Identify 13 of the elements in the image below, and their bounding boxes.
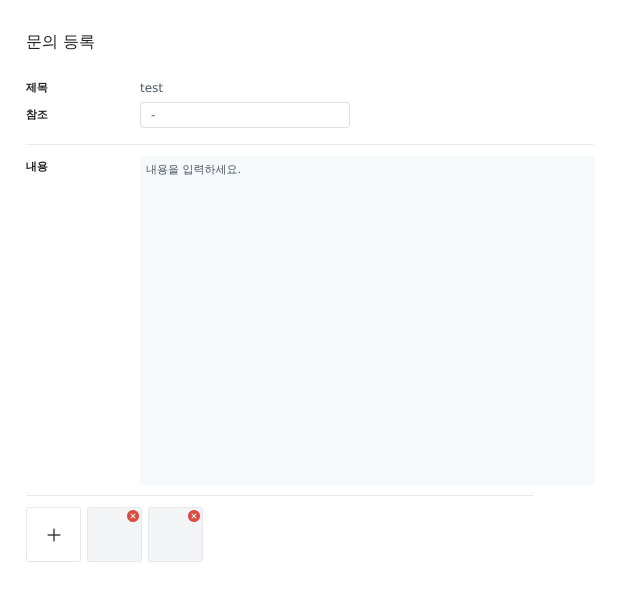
remove-button[interactable] bbox=[127, 510, 139, 522]
remove-button[interactable] bbox=[188, 510, 200, 522]
close-icon bbox=[190, 512, 198, 520]
field-value: test bbox=[140, 80, 164, 97]
content-field[interactable]: 내용을 입력하세요. bbox=[140, 156, 595, 485]
attachment-thumbnail[interactable] bbox=[87, 507, 142, 562]
close-icon bbox=[129, 512, 137, 520]
attachment-thumbnail[interactable] bbox=[148, 507, 203, 562]
field-label: 참조 bbox=[26, 106, 49, 123]
field-label: 내용 bbox=[26, 159, 49, 175]
input-field[interactable]: - bbox=[140, 102, 350, 128]
field-label: 제목 bbox=[26, 80, 49, 96]
page-title: 문의 등록 bbox=[26, 32, 96, 52]
